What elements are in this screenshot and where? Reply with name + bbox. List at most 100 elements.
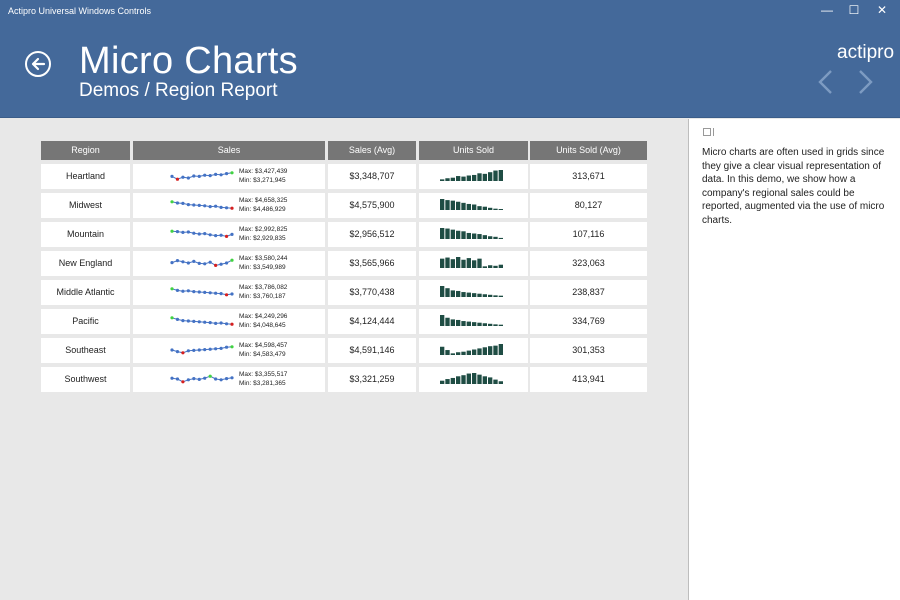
units-sold-bar: [493, 236, 498, 239]
table-row[interactable]: Southeast Max: $4,598,457 Min: $4,583,479 $…: [41, 338, 647, 363]
sales-min-label: Min: $4,583,479: [239, 351, 286, 358]
sparkline-point: [192, 203, 196, 207]
sparkline-point: [224, 345, 229, 349]
sales-min-max: Max: $4,249,296 Min: $4,048,645: [239, 312, 287, 330]
units-sold-bar: [466, 373, 471, 384]
sparkline-point: [214, 172, 218, 176]
sparkline-point: [197, 203, 201, 207]
sales-max-label: Max: $4,249,296: [239, 313, 288, 320]
units-sold-bar: [466, 258, 471, 268]
column-header-units-sold-avg[interactable]: Units Sold (Avg): [530, 141, 647, 160]
sales-sparkline-cell: Max: $2,992,825 Min: $2,929,835: [133, 222, 325, 247]
sparkline-high-point: [170, 200, 174, 204]
grid-header-row: Region Sales Sales (Avg) Units Sold Unit…: [41, 141, 647, 160]
sales-sparkline-cell: Max: $4,249,296 Min: $4,048,645: [133, 309, 325, 334]
sales-max-label: Max: $3,355,517: [239, 371, 288, 378]
sparkline-point: [219, 378, 223, 382]
units-sold-bar-cell: [419, 193, 528, 218]
table-row[interactable]: Southwest Max: $3,355,517 Min: $3,281,365 $…: [41, 367, 647, 392]
sparkline-point: [214, 204, 218, 208]
units-sold-bar: [440, 258, 445, 268]
sales-min-max: Max: $3,786,082 Min: $3,760,187: [239, 283, 287, 301]
sparkline-point: [192, 319, 196, 323]
table-row[interactable]: Middle Atlantic Max: $3,786,082 Min: $3,76…: [41, 280, 647, 305]
column-header-sales-avg[interactable]: Sales (Avg): [328, 141, 416, 160]
units-sold-bar: [461, 351, 466, 355]
table-row[interactable]: Mountain Max: $2,992,825 Min: $2,929,835 $2…: [41, 222, 647, 247]
units-sold-bar: [482, 347, 487, 355]
sparkline-path: [171, 201, 233, 209]
column-header-region[interactable]: Region: [41, 141, 130, 160]
sparkline-low-point: [224, 234, 229, 238]
units-sold-bar: [493, 324, 498, 326]
sparkline-point: [230, 376, 234, 380]
sparkline-low-point: [181, 351, 185, 355]
units-sold-bar: [461, 231, 466, 239]
units-sold-column-chart: [440, 373, 503, 384]
maximize-button[interactable]: ☐: [841, 2, 867, 18]
units-sold-bar: [466, 350, 471, 355]
units-sold-bar: [445, 288, 450, 297]
sparkline-point: [208, 174, 212, 178]
sparkline-point: [208, 291, 212, 295]
units-sold-bar: [466, 292, 471, 297]
sparkline-point: [224, 172, 229, 176]
chevron-right-icon[interactable]: [855, 69, 875, 95]
sparkline-point: [175, 377, 180, 381]
sparkline-point: [175, 350, 180, 354]
units-sold-bar: [488, 377, 493, 384]
units-sold-avg-cell: 413,941: [530, 367, 647, 392]
sales-avg-cell: $2,956,512: [328, 222, 416, 247]
table-row[interactable]: Heartland Max: $3,427,439 Min: $3,271,945 $…: [41, 164, 647, 189]
units-sold-bar: [466, 232, 471, 239]
sparkline-path: [171, 172, 233, 180]
sparkline-high-point: [170, 316, 174, 320]
units-sold-bar: [477, 258, 482, 268]
sales-sparkline: [170, 200, 234, 210]
sales-max-label: Max: $4,598,457: [239, 342, 288, 349]
sparkline-point: [192, 377, 196, 381]
sparkline-path: [171, 259, 233, 266]
back-button[interactable]: [25, 51, 51, 77]
units-sold-bar: [482, 294, 487, 297]
units-sold-bar: [477, 173, 482, 181]
minimize-button[interactable]: —: [814, 2, 840, 18]
sparkline-point: [170, 376, 174, 380]
units-sold-bar: [466, 175, 471, 181]
units-sold-bar: [445, 379, 450, 384]
units-sold-bar: [472, 349, 477, 355]
table-row[interactable]: Pacific Max: $4,249,296 Min: $4,048,645 $4,…: [41, 309, 647, 334]
sparkline-point: [208, 260, 212, 264]
sparkline-point: [214, 321, 218, 325]
table-row[interactable]: Midwest Max: $4,658,325 Min: $4,486,929 $4,…: [41, 193, 647, 218]
units-sold-bar-cell: [419, 164, 528, 189]
units-sold-bar: [477, 322, 482, 326]
sales-avg-cell: $4,575,900: [328, 193, 416, 218]
sales-sparkline: [170, 171, 234, 181]
chevron-left-icon[interactable]: [816, 69, 836, 95]
pane-icon[interactable]: [703, 128, 715, 136]
table-row[interactable]: New England Max: $3,580,244 Min: $3,549,98…: [41, 251, 647, 276]
units-sold-bar: [461, 176, 466, 181]
units-sold-bar: [440, 315, 445, 326]
sales-sparkline-cell: Max: $3,427,439 Min: $3,271,945: [133, 164, 325, 189]
column-header-sales[interactable]: Sales: [133, 141, 325, 160]
units-sold-avg-cell: 80,127: [530, 193, 647, 218]
sparkline-point: [186, 203, 190, 207]
sparkline-point: [224, 261, 229, 265]
sparkline-point: [203, 290, 207, 294]
units-sold-bar: [482, 266, 487, 268]
units-sold-bar: [456, 352, 461, 355]
sparkline-point: [197, 174, 201, 178]
sales-sparkline-cell: Max: $3,786,082 Min: $3,760,187: [133, 280, 325, 305]
units-sold-bar: [456, 201, 461, 210]
description-pane: Micro charts are often used in grids sin…: [688, 119, 900, 600]
sales-avg-cell: $4,591,146: [328, 338, 416, 363]
units-sold-bar: [450, 177, 455, 181]
sales-sparkline: [170, 229, 234, 238]
sparkline-point: [214, 234, 218, 238]
units-sold-bar: [488, 294, 493, 297]
column-header-units-sold[interactable]: Units Sold: [419, 141, 528, 160]
sparkline-point: [181, 319, 185, 323]
close-button[interactable]: ✕: [869, 2, 895, 18]
